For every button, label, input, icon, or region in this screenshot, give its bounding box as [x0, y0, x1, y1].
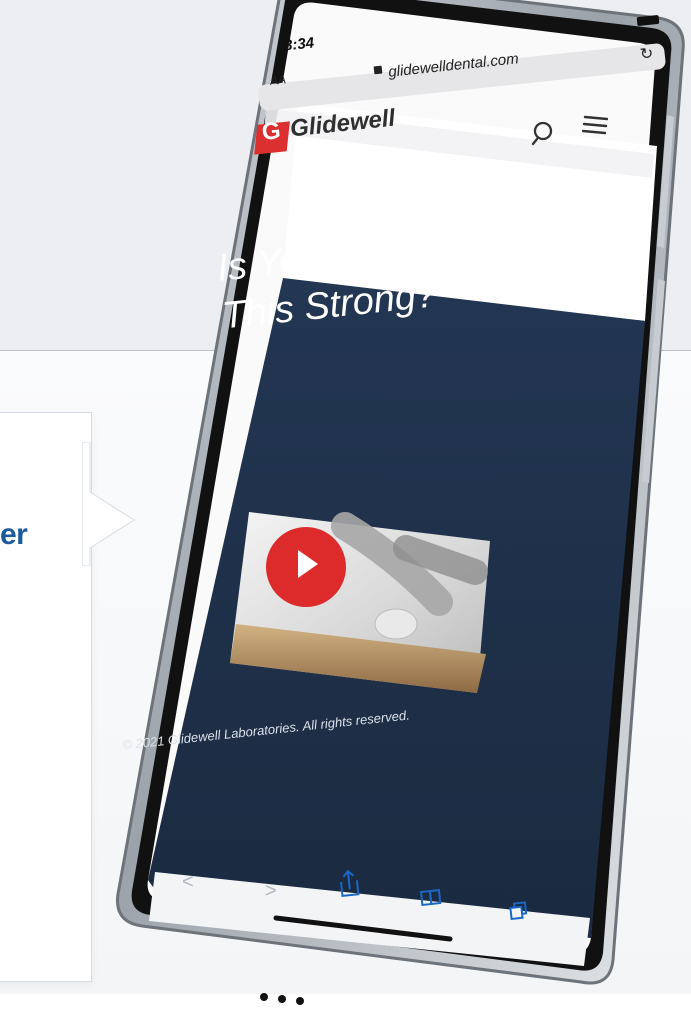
text-size-button[interactable]: AA — [269, 72, 286, 88]
hero-title: Is Your Crown This Strong? — [215, 210, 563, 341]
search-icon[interactable] — [531, 120, 559, 148]
brand-logo[interactable]: Glidewell — [289, 105, 397, 144]
lock-icon — [373, 65, 383, 75]
battery-icon — [636, 14, 660, 27]
status-time: 8:34 — [283, 34, 315, 55]
play-icon[interactable] — [298, 550, 318, 578]
menu-icon[interactable] — [582, 112, 608, 136]
logo-letter: G — [260, 117, 282, 146]
status-carrier: 5GE — [613, 24, 635, 39]
browser-url-bar[interactable] — [257, 42, 667, 112]
phone-mockup: 8:34 5GE AA glidewelldental.com ↻ G Glid… — [92, 0, 691, 1010]
toolbar-icons: < > — [182, 869, 528, 921]
back-icon[interactable]: < — [182, 871, 194, 893]
copyright-text: © 2021 Glidewell Laboratories. All right… — [121, 707, 411, 753]
screen-content: 8:34 5GE AA glidewelldental.com ↻ G Glid… — [92, 0, 691, 1010]
callout-card — [0, 412, 92, 982]
book-icon[interactable] — [419, 889, 442, 907]
reload-icon[interactable]: ↻ — [639, 43, 654, 64]
forward-icon[interactable]: > — [265, 880, 277, 902]
share-icon[interactable] — [340, 869, 360, 898]
callout-text: er — [0, 518, 28, 551]
tabs-icon[interactable] — [509, 901, 528, 921]
